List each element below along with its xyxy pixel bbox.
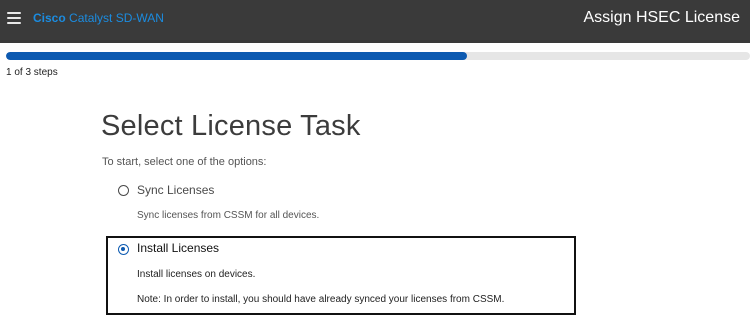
brand-logo-text[interactable]: Cisco Catalyst SD-WAN [33, 11, 164, 25]
sync-licenses-description: Sync licenses from CSSM for all devices. [137, 210, 320, 221]
option-sync-licenses[interactable]: Sync Licenses Sync licenses from CSSM fo… [110, 178, 580, 228]
install-licenses-note: Note: In order to install, you should ha… [137, 294, 505, 305]
brand-rest: Catalyst SD-WAN [65, 11, 164, 25]
step-counter: 1 of 3 steps [6, 67, 58, 78]
page-title: Select License Task [101, 110, 361, 142]
install-licenses-label: Install Licenses [137, 241, 220, 255]
top-bar: Cisco Catalyst SD-WAN Assign HSEC Licens… [0, 0, 750, 43]
progress-fill [6, 52, 468, 60]
instruction-text: To start, select one of the options: [102, 156, 267, 168]
page-heading: Assign HSEC License [583, 9, 740, 26]
sync-licenses-label: Sync Licenses [137, 183, 215, 197]
option-install-licenses[interactable]: Install Licenses Install licenses on dev… [106, 236, 576, 315]
hamburger-menu-icon[interactable] [7, 12, 21, 25]
install-licenses-radio[interactable] [118, 244, 129, 255]
install-licenses-description: Install licenses on devices. [137, 269, 256, 280]
sync-licenses-radio[interactable] [118, 185, 129, 196]
brand-bold: Cisco [33, 11, 66, 25]
progress-bar [6, 52, 750, 60]
